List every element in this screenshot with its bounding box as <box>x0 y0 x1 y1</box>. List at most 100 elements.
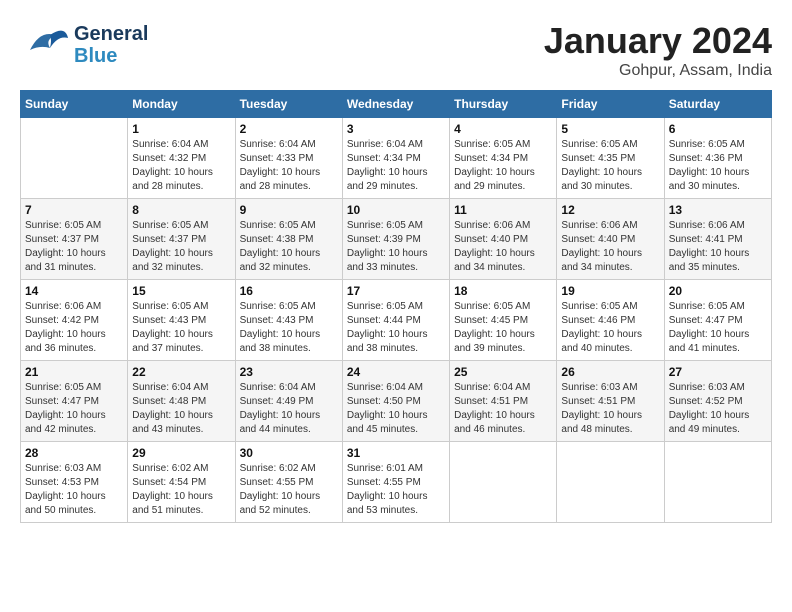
calendar-cell: 26Sunrise: 6:03 AMSunset: 4:51 PMDayligh… <box>557 361 664 442</box>
day-info: Sunrise: 6:05 AMSunset: 4:43 PMDaylight:… <box>240 300 338 356</box>
calendar-cell: 27 Sunrise: 6:03 AMSunset: 4:52 PMDayligh… <box>664 361 771 442</box>
day-info: Sunrise: 6:04 AMSunset: 4:34 PMDaylight:… <box>347 138 445 194</box>
title-section: January 2024 Gohpur, Assam, India <box>544 20 772 80</box>
calendar-cell: 2Sunrise: 6:04 AMSunset: 4:33 PMDaylight… <box>235 118 342 199</box>
calendar-cell: 29 Sunrise: 6:02 AMSunset: 4:54 PMDayligh… <box>128 442 235 523</box>
day-info: Sunrise: 6:04 AMSunset: 4:32 PMDaylight:… <box>132 138 230 194</box>
day-number: 18 <box>454 284 552 298</box>
day-info: Sunrise: 6:02 AMSunset: 4:55 PMDaylight:… <box>240 462 338 518</box>
weekday-header-tuesday: Tuesday <box>235 91 342 118</box>
day-info: Sunrise: 6:05 AMSunset: 4:35 PMDaylight:… <box>561 138 659 194</box>
calendar-cell: 25Sunrise: 6:04 AMSunset: 4:51 PMDayligh… <box>450 361 557 442</box>
day-info: Sunrise: 6:05 AMSunset: 4:39 PMDaylight:… <box>347 219 445 275</box>
day-number: 12 <box>561 203 659 217</box>
day-number: 11 <box>454 203 552 217</box>
calendar-cell: 28 Sunrise: 6:03 AMSunset: 4:53 PMDayligh… <box>21 442 128 523</box>
day-number: 19 <box>561 284 659 298</box>
day-number: 23 <box>240 365 338 379</box>
day-number: 29 <box>132 446 230 460</box>
day-info: Sunrise: 6:06 AMSunset: 4:40 PMDaylight:… <box>454 219 552 275</box>
weekday-header-thursday: Thursday <box>450 91 557 118</box>
calendar-cell: 8 Sunrise: 6:05 AMSunset: 4:37 PMDaylight… <box>128 199 235 280</box>
day-number: 4 <box>454 122 552 136</box>
logo-icon <box>20 20 70 70</box>
day-number: 6 <box>669 122 767 136</box>
day-number: 14 <box>25 284 123 298</box>
day-number: 7 <box>25 203 123 217</box>
day-info: Sunrise: 6:03 AMSunset: 4:53 PMDaylight:… <box>25 462 123 518</box>
day-number: 16 <box>240 284 338 298</box>
day-info: Sunrise: 6:05 AMSunset: 4:47 PMDaylight:… <box>25 381 123 437</box>
day-info: Sunrise: 6:05 AMSunset: 4:34 PMDaylight:… <box>454 138 552 194</box>
weekday-header-wednesday: Wednesday <box>342 91 449 118</box>
weekday-header-sunday: Sunday <box>21 91 128 118</box>
page-header: General Blue January 2024 Gohpur, Assam,… <box>20 20 772 80</box>
calendar-cell: 31 Sunrise: 6:01 AMSunset: 4:55 PMDayligh… <box>342 442 449 523</box>
month-title: January 2024 <box>544 20 772 62</box>
calendar-cell: 18 Sunrise: 6:05 AMSunset: 4:45 PMDayligh… <box>450 280 557 361</box>
calendar-cell: 11 Sunrise: 6:06 AMSunset: 4:40 PMDayligh… <box>450 199 557 280</box>
day-info: Sunrise: 6:06 AMSunset: 4:40 PMDaylight:… <box>561 219 659 275</box>
calendar-cell <box>450 442 557 523</box>
calendar-table: SundayMondayTuesdayWednesdayThursdayFrid… <box>20 90 772 523</box>
calendar-cell: 7 Sunrise: 6:05 AMSunset: 4:37 PMDaylight… <box>21 199 128 280</box>
day-info: Sunrise: 6:05 AMSunset: 4:37 PMDaylight:… <box>25 219 123 275</box>
day-info: Sunrise: 6:05 AMSunset: 4:36 PMDaylight:… <box>669 138 767 194</box>
day-info: Sunrise: 6:05 AMSunset: 4:45 PMDaylight:… <box>454 300 552 356</box>
day-number: 24 <box>347 365 445 379</box>
calendar-cell: 12 Sunrise: 6:06 AMSunset: 4:40 PMDayligh… <box>557 199 664 280</box>
day-number: 13 <box>669 203 767 217</box>
calendar-cell <box>21 118 128 199</box>
weekday-header-row: SundayMondayTuesdayWednesdayThursdayFrid… <box>21 91 772 118</box>
day-number: 26 <box>561 365 659 379</box>
calendar-cell: 6 Sunrise: 6:05 AMSunset: 4:36 PMDaylight… <box>664 118 771 199</box>
day-number: 5 <box>561 122 659 136</box>
day-number: 28 <box>25 446 123 460</box>
logo: General Blue <box>20 20 148 70</box>
day-number: 31 <box>347 446 445 460</box>
day-number: 21 <box>25 365 123 379</box>
calendar-cell: 5 Sunrise: 6:05 AMSunset: 4:35 PMDaylight… <box>557 118 664 199</box>
calendar-cell: 19 Sunrise: 6:05 AMSunset: 4:46 PMDayligh… <box>557 280 664 361</box>
day-info: Sunrise: 6:05 AMSunset: 4:47 PMDaylight:… <box>669 300 767 356</box>
day-number: 22 <box>132 365 230 379</box>
day-info: Sunrise: 6:04 AMSunset: 4:33 PMDaylight:… <box>240 138 338 194</box>
calendar-week-row: 14 Sunrise: 6:06 AMSunset: 4:42 PMDayligh… <box>21 280 772 361</box>
day-number: 27 <box>669 365 767 379</box>
location-title: Gohpur, Assam, India <box>544 62 772 80</box>
calendar-cell <box>557 442 664 523</box>
calendar-week-row: 7 Sunrise: 6:05 AMSunset: 4:37 PMDaylight… <box>21 199 772 280</box>
day-number: 3 <box>347 122 445 136</box>
day-info: Sunrise: 6:03 AMSunset: 4:52 PMDaylight:… <box>669 381 767 437</box>
day-info: Sunrise: 6:05 AMSunset: 4:37 PMDaylight:… <box>132 219 230 275</box>
calendar-cell: 17Sunrise: 6:05 AMSunset: 4:44 PMDayligh… <box>342 280 449 361</box>
calendar-cell: 1 Sunrise: 6:04 AMSunset: 4:32 PMDaylight… <box>128 118 235 199</box>
calendar-week-row: 21 Sunrise: 6:05 AMSunset: 4:47 PMDayligh… <box>21 361 772 442</box>
calendar-cell: 24Sunrise: 6:04 AMSunset: 4:50 PMDayligh… <box>342 361 449 442</box>
day-number: 17 <box>347 284 445 298</box>
day-info: Sunrise: 6:04 AMSunset: 4:49 PMDaylight:… <box>240 381 338 437</box>
day-number: 20 <box>669 284 767 298</box>
calendar-cell: 4 Sunrise: 6:05 AMSunset: 4:34 PMDaylight… <box>450 118 557 199</box>
weekday-header-friday: Friday <box>557 91 664 118</box>
day-info: Sunrise: 6:02 AMSunset: 4:54 PMDaylight:… <box>132 462 230 518</box>
day-number: 8 <box>132 203 230 217</box>
calendar-cell: 20 Sunrise: 6:05 AMSunset: 4:47 PMDayligh… <box>664 280 771 361</box>
day-info: Sunrise: 6:05 AMSunset: 4:43 PMDaylight:… <box>132 300 230 356</box>
calendar-cell: 16 Sunrise: 6:05 AMSunset: 4:43 PMDayligh… <box>235 280 342 361</box>
day-number: 30 <box>240 446 338 460</box>
day-number: 15 <box>132 284 230 298</box>
calendar-cell: 3 Sunrise: 6:04 AMSunset: 4:34 PMDaylight… <box>342 118 449 199</box>
day-number: 25 <box>454 365 552 379</box>
day-info: Sunrise: 6:05 AMSunset: 4:46 PMDaylight:… <box>561 300 659 356</box>
day-info: Sunrise: 6:01 AMSunset: 4:55 PMDaylight:… <box>347 462 445 518</box>
weekday-header-monday: Monday <box>128 91 235 118</box>
weekday-header-saturday: Saturday <box>664 91 771 118</box>
day-info: Sunrise: 6:04 AMSunset: 4:48 PMDaylight:… <box>132 381 230 437</box>
logo-text: General Blue <box>74 23 148 67</box>
calendar-cell: 23 Sunrise: 6:04 AMSunset: 4:49 PMDayligh… <box>235 361 342 442</box>
calendar-cell: 21 Sunrise: 6:05 AMSunset: 4:47 PMDayligh… <box>21 361 128 442</box>
day-number: 1 <box>132 122 230 136</box>
day-info: Sunrise: 6:06 AMSunset: 4:42 PMDaylight:… <box>25 300 123 356</box>
calendar-cell: 9Sunrise: 6:05 AMSunset: 4:38 PMDaylight… <box>235 199 342 280</box>
